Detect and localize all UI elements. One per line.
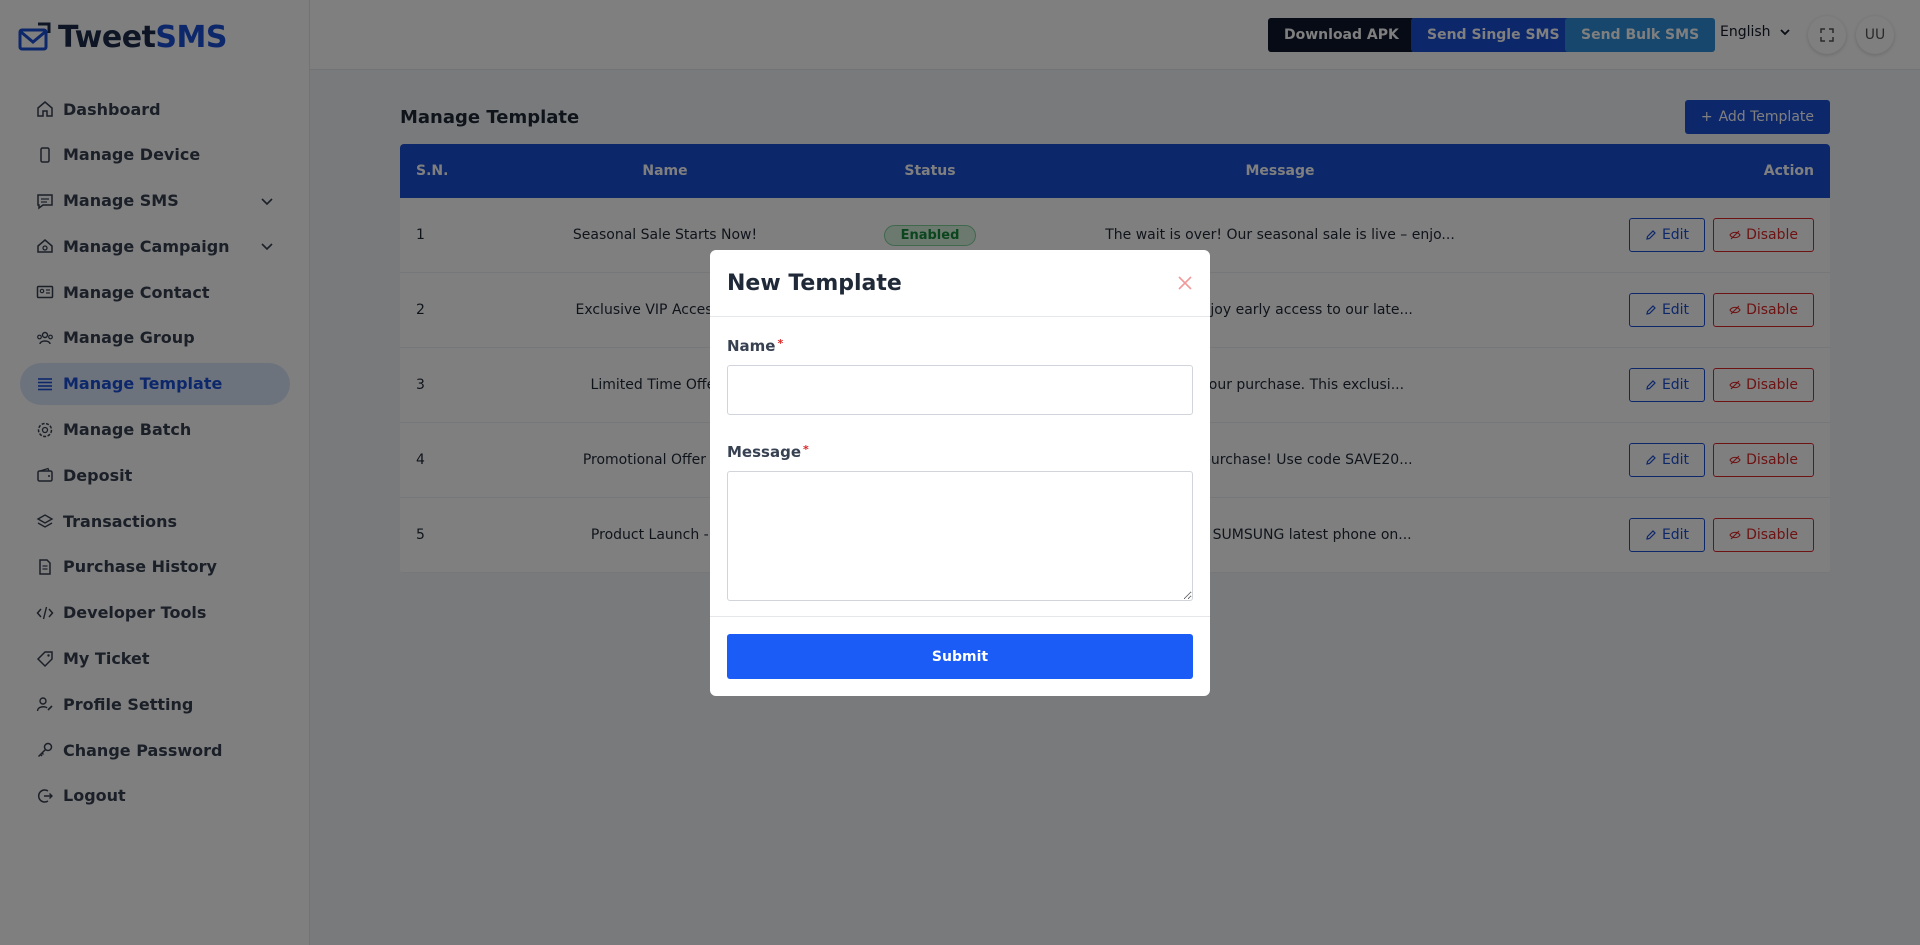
modal-footer: Submit [710,617,1210,696]
message-label: Message * [727,443,809,461]
name-label: Name * [727,337,784,355]
new-template-modal: New Template Name * Message * Submit [710,250,1210,696]
required-mark: * [777,337,784,350]
modal-body: Name * Message * [710,317,1210,617]
modal-header: New Template [710,250,1210,317]
required-mark: * [803,443,809,456]
template-name-input[interactable] [727,365,1193,415]
modal-title: New Template [727,270,902,296]
submit-button[interactable]: Submit [727,634,1193,679]
close-icon[interactable] [1177,275,1193,291]
template-message-textarea[interactable] [727,471,1193,601]
